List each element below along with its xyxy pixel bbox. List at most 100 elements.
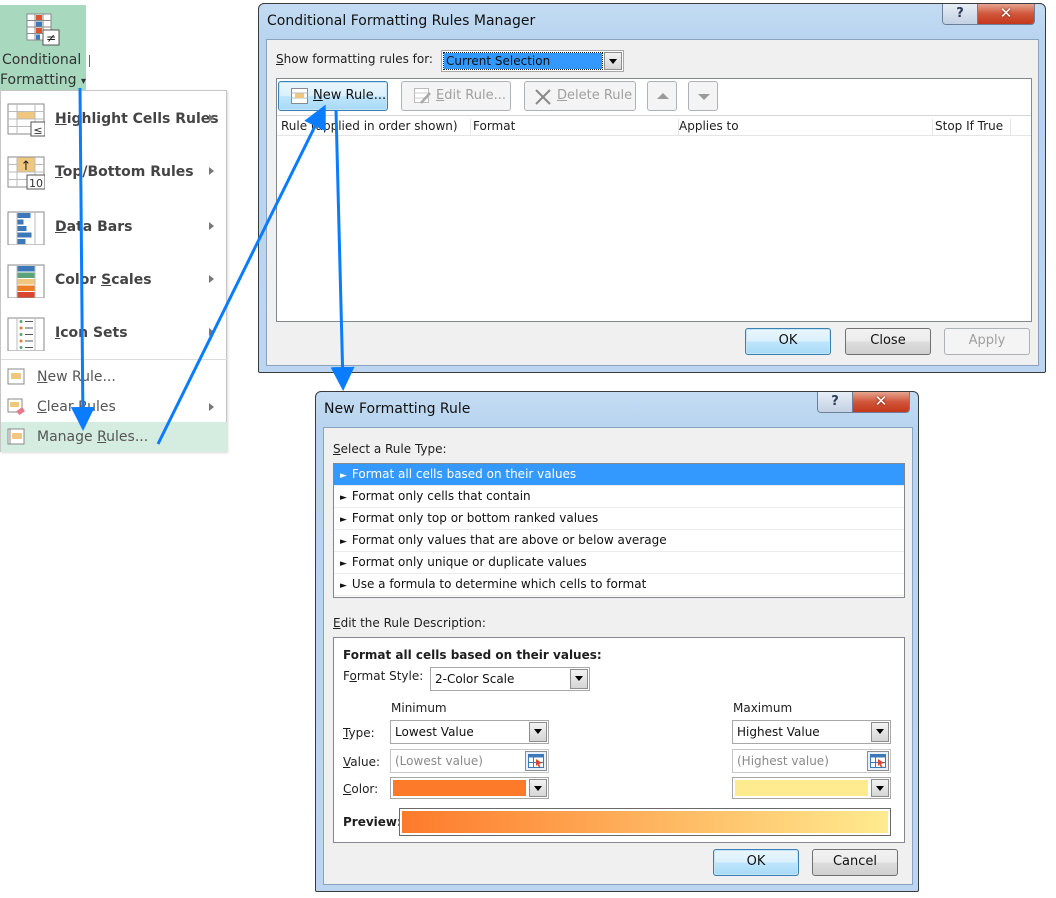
- help-button[interactable]: ?: [818, 392, 853, 412]
- minimum-color-swatch: [393, 780, 526, 796]
- delete-rule-button[interactable]: Delete Rule: [524, 81, 636, 111]
- close-window-button[interactable]: ✕: [978, 4, 1034, 24]
- column-header-applies-to[interactable]: Applies to: [679, 119, 933, 135]
- data-bars-icon: [7, 211, 45, 245]
- menu-item-icon-sets[interactable]: Icon Sets: [1, 307, 227, 360]
- rules-table-header: Rule (applied in order shown) Format App…: [277, 115, 1031, 136]
- column-header-stop-if-true[interactable]: Stop If True: [935, 119, 1011, 135]
- maximum-type-select[interactable]: Highest Value: [732, 720, 891, 744]
- menu-item-color-scales[interactable]: Color Scales: [1, 254, 227, 307]
- maximum-color-select[interactable]: [732, 777, 891, 799]
- menu-item-label: Manage Rules...: [37, 429, 149, 445]
- rule-type-list[interactable]: ► Format all cells based on their values ►…: [333, 463, 905, 598]
- range-picker-button[interactable]: [525, 751, 547, 771]
- preview-box: [399, 808, 891, 836]
- rules-table-body[interactable]: [277, 137, 1031, 321]
- bullet-arrow-icon: ►: [340, 515, 347, 525]
- manage-rules-icon: [7, 428, 25, 445]
- new-rule-button[interactable]: New Rule...: [278, 81, 388, 111]
- rule-type-label: Format only top or bottom ranked values: [351, 511, 599, 525]
- edit-rule-icon: [414, 88, 431, 104]
- menu-item-label: Top/Bottom Rules: [55, 164, 194, 180]
- new-formatting-rule-dialog: New Formatting Rule ? ✕ Select a Rule Ty…: [315, 391, 919, 892]
- close-window-button[interactable]: ✕: [853, 392, 909, 412]
- column-header-rule[interactable]: Rule (applied in order shown): [281, 119, 471, 135]
- bullet-arrow-icon: ►: [340, 537, 347, 547]
- button-label-line1: Conditional: [2, 52, 82, 68]
- dropdown-arrow-icon[interactable]: [604, 52, 622, 70]
- chevron-down-icon: ▾: [80, 76, 86, 87]
- delete-rule-label-u: D: [557, 88, 568, 103]
- column-header-format[interactable]: Format: [473, 119, 679, 135]
- menu-item-manage-rules[interactable]: Manage Rules...: [1, 422, 227, 452]
- move-up-icon: [657, 93, 669, 99]
- ribbon-separator: [89, 55, 90, 67]
- new-rule-icon: [7, 368, 25, 385]
- submenu-arrow-icon: [209, 222, 214, 230]
- preview-label: Preview:: [343, 815, 402, 829]
- conditional-formatting-button[interactable]: ≠ Conditional Formatting ▾: [0, 5, 86, 91]
- dialog-client-area: Show formatting rules for: Current Selec…: [266, 39, 1039, 366]
- format-style-select[interactable]: 2-Color Scale: [430, 667, 590, 691]
- menu-item-label: Highlight Cells Rules: [55, 111, 219, 127]
- menu-item-highlight-cells-rules[interactable]: ≤ Highlight Cells Rules: [1, 93, 227, 146]
- rule-type-option[interactable]: ► Format only top or bottom ranked values: [334, 508, 904, 530]
- clear-rules-icon: [7, 398, 25, 416]
- maximum-value-input[interactable]: (Highest value): [732, 749, 891, 773]
- help-button[interactable]: ?: [943, 4, 978, 24]
- edit-rule-description-label: Edit the Rule Description:: [333, 616, 486, 630]
- show-rules-for-select[interactable]: Current Selection: [441, 50, 624, 72]
- menu-item-clear-rules[interactable]: Clear Rules: [1, 392, 227, 422]
- dropdown-arrow-icon[interactable]: [529, 722, 547, 742]
- minimum-color-select[interactable]: [390, 777, 549, 799]
- dropdown-arrow-icon[interactable]: [871, 779, 889, 797]
- apply-button[interactable]: Apply: [944, 328, 1030, 355]
- ok-button[interactable]: OK: [713, 849, 799, 876]
- rule-type-option[interactable]: ► Use a formula to determine which cells …: [334, 574, 904, 596]
- help-icon: ?: [831, 394, 839, 409]
- minimum-value-input[interactable]: (Lowest value): [390, 749, 549, 773]
- ok-button[interactable]: OK: [745, 328, 831, 355]
- button-label-text: Formatting: [0, 72, 77, 88]
- rule-type-option[interactable]: ► Format only values that are above or be…: [334, 530, 904, 552]
- format-style-label: Format Style:: [343, 669, 424, 683]
- dropdown-arrow-icon[interactable]: [871, 722, 889, 742]
- svg-text:≠: ≠: [46, 31, 56, 45]
- minimum-type-select[interactable]: Lowest Value: [390, 720, 549, 744]
- move-down-button[interactable]: [688, 81, 718, 111]
- icon-sets-icon: [7, 317, 45, 351]
- range-picker-button[interactable]: [867, 751, 889, 771]
- menu-item-new-rule[interactable]: New Rule...: [1, 362, 227, 392]
- dropdown-arrow-icon[interactable]: [529, 779, 547, 797]
- rule-type-option[interactable]: ► Format only unique or duplicate values: [334, 552, 904, 574]
- menu-item-top-bottom-rules[interactable]: ↑ 10 Top/Bottom Rules: [1, 146, 227, 199]
- new-rule-label: ew Rule...: [322, 88, 387, 103]
- dropdown-arrow-icon[interactable]: [570, 669, 588, 689]
- rule-type-option[interactable]: ► Format only cells that contain: [334, 486, 904, 508]
- close-button[interactable]: Close: [845, 328, 931, 355]
- value-label: Value:: [343, 755, 380, 769]
- menu-item-label: Color Scales: [55, 272, 152, 288]
- range-picker-icon: [528, 754, 544, 768]
- help-icon: ?: [956, 6, 964, 21]
- rule-type-option[interactable]: ► Format all cells based on their values: [334, 464, 904, 486]
- rule-type-label: Format only values that are above or bel…: [351, 533, 667, 547]
- menu-item-label: Icon Sets: [55, 325, 128, 341]
- top-bottom-icon: ↑ 10: [7, 156, 45, 190]
- menu-item-data-bars[interactable]: Data Bars: [1, 201, 227, 254]
- input-placeholder: (Highest value): [737, 754, 829, 768]
- type-label: Type:: [343, 726, 375, 740]
- bullet-arrow-icon: ►: [340, 493, 347, 503]
- edit-rule-button[interactable]: Edit Rule...: [401, 81, 511, 111]
- svg-text:10: 10: [29, 177, 43, 190]
- rule-type-label: Format only unique or duplicate values: [351, 555, 587, 569]
- rule-type-label: Format all cells based on their values: [351, 467, 577, 481]
- caption-buttons: ? ✕: [942, 4, 1035, 25]
- button-label-line2: Formatting ▾: [0, 72, 86, 88]
- submenu-arrow-icon: [209, 114, 214, 122]
- move-up-button[interactable]: [647, 81, 677, 111]
- cancel-button[interactable]: Cancel: [812, 849, 898, 876]
- highlight-cells-icon: ≤: [7, 103, 45, 137]
- color-label: Color:: [343, 782, 379, 796]
- edit-rule-label: dit Rule...: [444, 88, 507, 103]
